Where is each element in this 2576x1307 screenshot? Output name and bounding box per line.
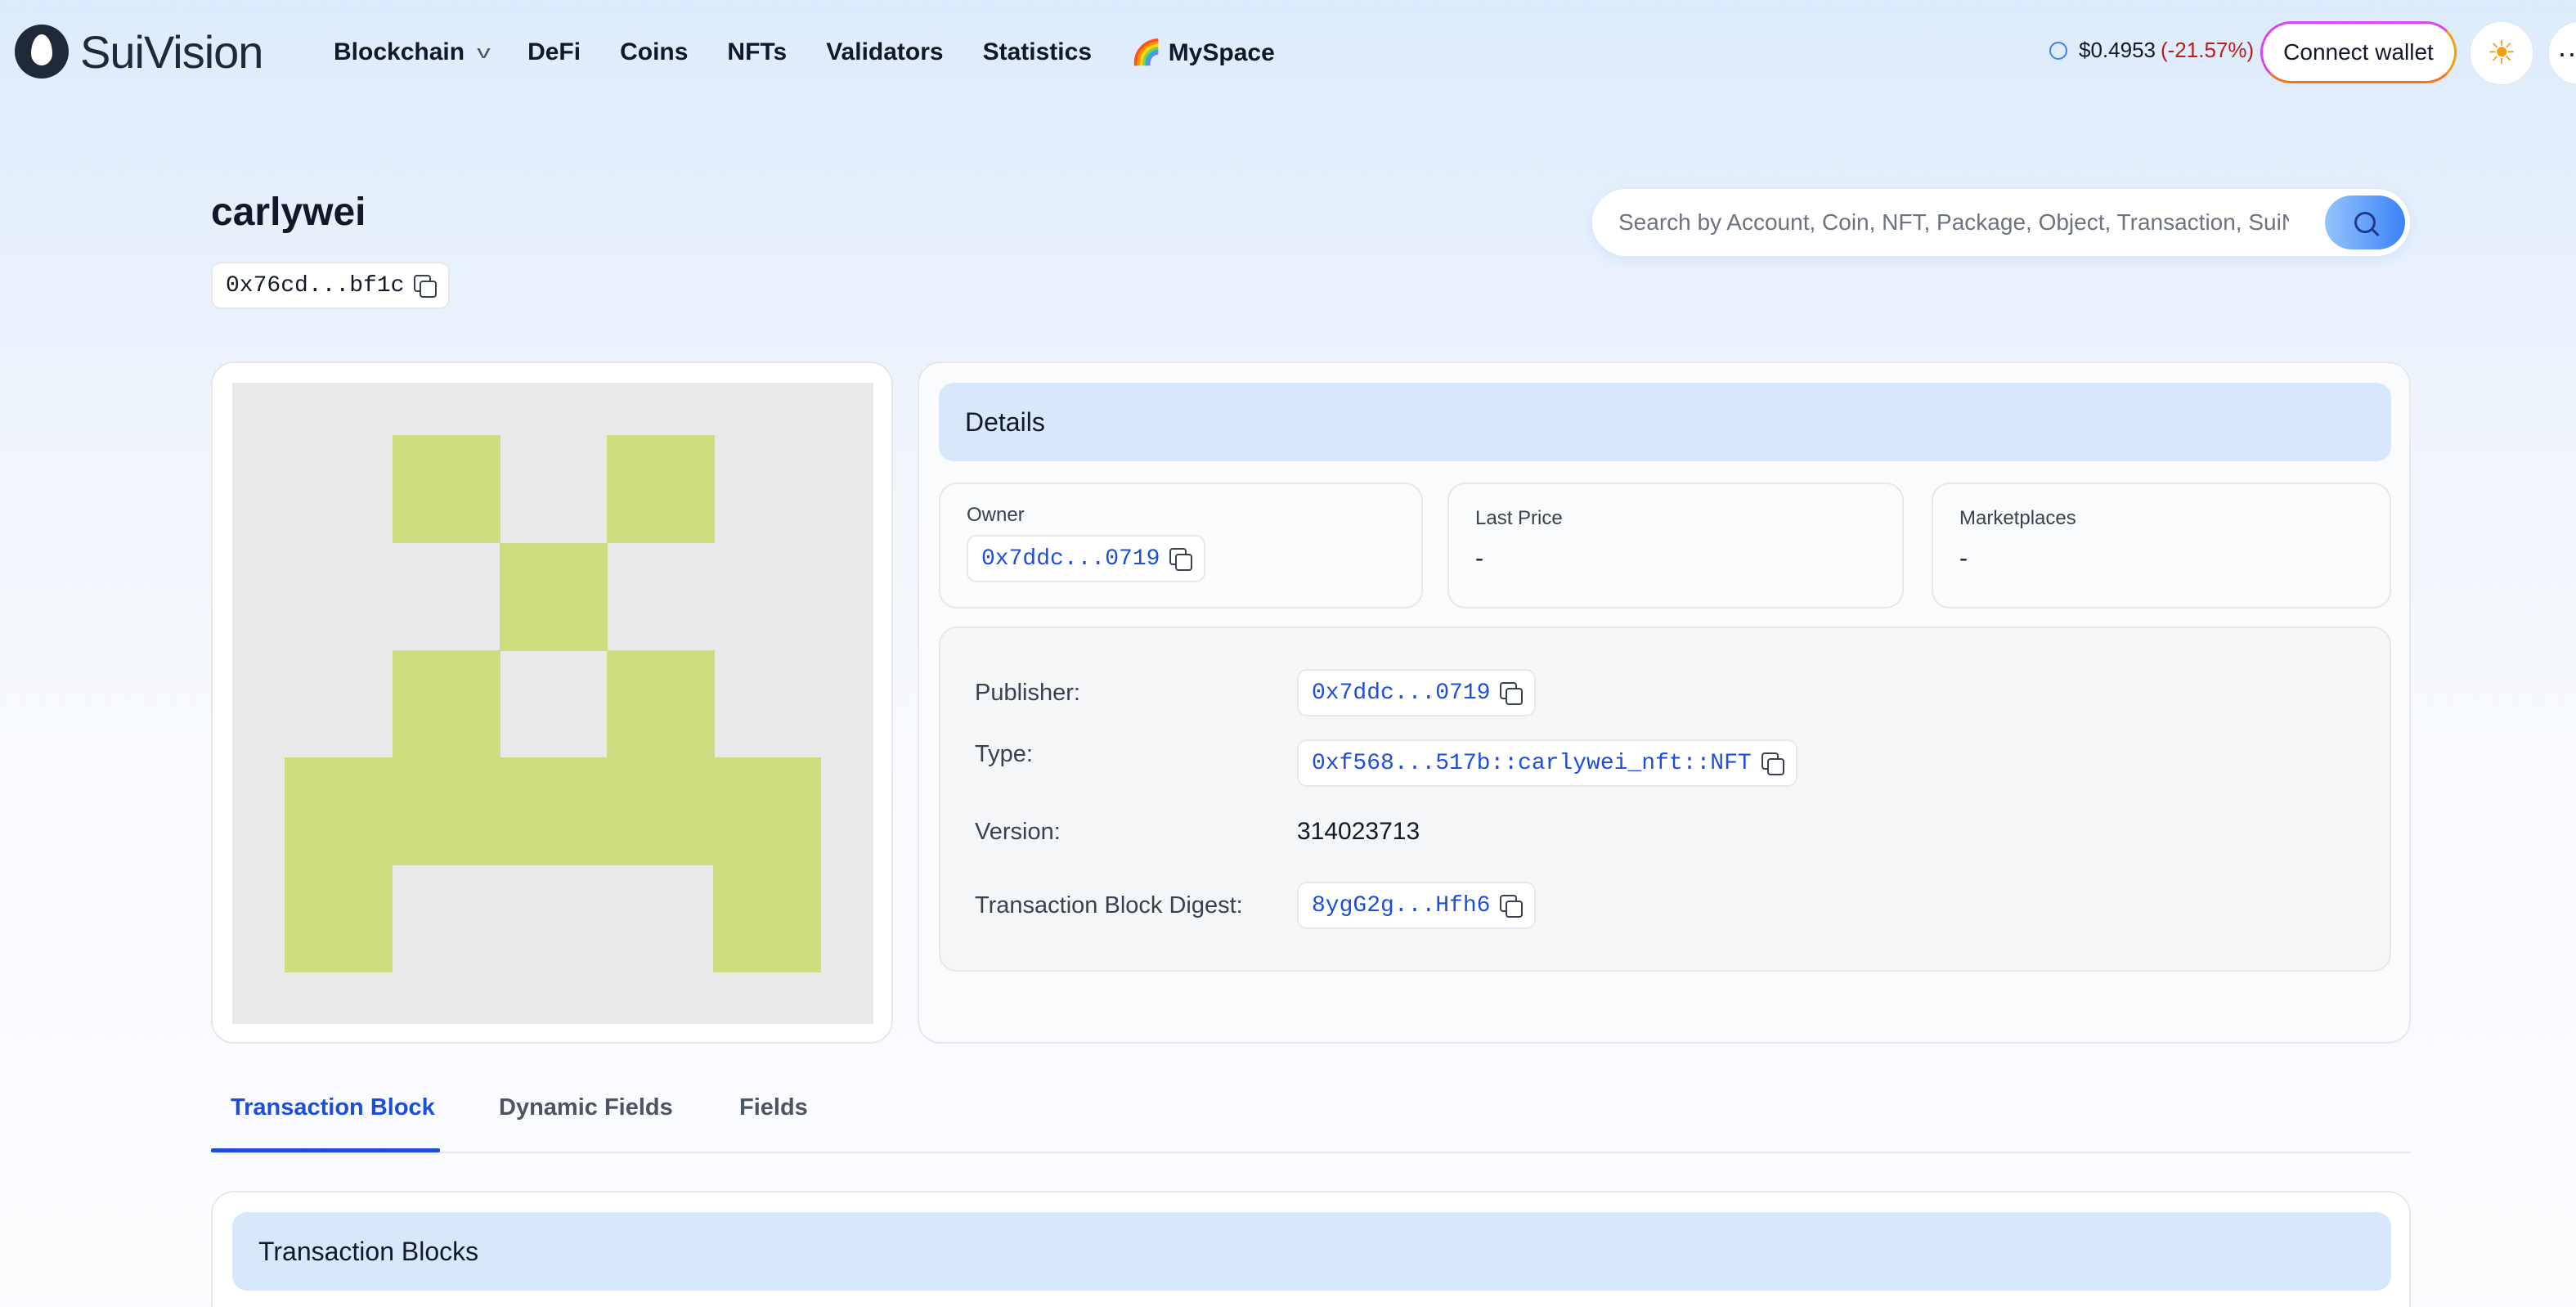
nav-item-label: Blockchain (334, 38, 465, 65)
type-label: Type: (975, 741, 1033, 767)
search-bar (1591, 188, 2411, 257)
sui-drop-icon (15, 25, 69, 79)
tab-transaction-block[interactable]: Transaction Block (231, 1094, 435, 1121)
copy-icon[interactable] (1169, 548, 1193, 571)
marketplaces-value: - (1959, 545, 1968, 572)
object-address: 0x76cd...bf1c (226, 272, 405, 299)
nav-item-validators[interactable]: Validators (826, 38, 943, 66)
object-address-chip[interactable]: 0x76cd...bf1c (211, 262, 451, 309)
suivision-logo[interactable]: SuiVision (15, 23, 263, 80)
nav-item-myspace[interactable]: 🌈 MySpace (1131, 38, 1275, 67)
transaction-blocks-card: Transaction Blocks (211, 1191, 2411, 1307)
copy-icon[interactable] (1761, 752, 1784, 775)
nft-pixel (607, 650, 715, 758)
nav-item-defi[interactable]: DeFi (527, 38, 581, 66)
version-value: 314023713 (1297, 818, 1420, 845)
nft-image (232, 383, 873, 1024)
brand-name: SuiVision (80, 25, 263, 78)
type-row: Type: 0xf568...517b::carlywei_nft::NFT (975, 739, 1797, 787)
owner-address-chip[interactable]: 0x7ddc...0719 (967, 535, 1206, 582)
digest-value: 8ygG2g...Hfh6 (1312, 892, 1491, 918)
nft-pixel (393, 650, 500, 758)
digest-label: Transaction Block Digest: (975, 892, 1243, 918)
marketplaces-label: Marketplaces (1959, 507, 2076, 529)
marketplaces-box: Marketplaces - (1932, 483, 2391, 609)
tab-fields[interactable]: Fields (739, 1094, 808, 1121)
sun-icon[interactable]: ☀ (2470, 21, 2533, 85)
digest-row: Transaction Block Digest: 8ygG2g...Hfh6 (975, 882, 1537, 929)
type-chip[interactable]: 0xf568...517b::carlywei_nft::NFT (1297, 739, 1797, 787)
nav-item-statistics[interactable]: Statistics (983, 38, 1092, 66)
nft-pixel (713, 865, 821, 972)
page-title: carlywei (211, 191, 366, 234)
type-value: 0xf568...517b::carlywei_nft::NFT (1312, 750, 1752, 776)
publisher-address: 0x7ddc...0719 (1312, 680, 1491, 706)
object-metadata: Publisher: 0x7ddc...0719 Type: 0xf568...… (939, 627, 2391, 972)
publisher-label: Publisher: (975, 679, 1080, 706)
sui-token-icon (2049, 41, 2067, 60)
owner-label: Owner (967, 504, 1025, 526)
last-price-box: Last Price - (1447, 483, 1904, 609)
more-icon[interactable]: ·· (2548, 21, 2576, 85)
transaction-blocks-heading: Transaction Blocks (232, 1212, 2391, 1291)
nft-pixel (285, 757, 821, 865)
search-icon (2354, 212, 2376, 233)
top-nav: SuiVision Blockchain v DeFi Coins NFTs V… (0, 0, 2576, 105)
sui-price-ticker: $0.4953 (-21.57%) (2049, 38, 2254, 63)
tab-dynamic-fields[interactable]: Dynamic Fields (499, 1094, 673, 1121)
nft-image-card (211, 362, 893, 1044)
details-card: Details Owner 0x7ddc...0719 Last Price -… (918, 362, 2411, 1044)
nft-pixel (607, 435, 715, 543)
copy-icon[interactable] (414, 275, 438, 298)
last-price-value: - (1475, 545, 1483, 572)
digest-chip[interactable]: 8ygG2g...Hfh6 (1297, 882, 1537, 929)
active-tab-indicator (211, 1148, 440, 1152)
nav-item-nfts[interactable]: NFTs (727, 38, 787, 66)
price-change: (-21.57%) (2160, 38, 2255, 62)
version-row: Version: 314023713 (975, 818, 1420, 846)
main-menu: Blockchain v DeFi Coins NFTs Validators … (334, 31, 1314, 74)
search-input[interactable] (1618, 209, 2289, 236)
owner-box: Owner 0x7ddc...0719 (939, 483, 1423, 609)
copy-icon[interactable] (1500, 895, 1524, 918)
nav-item-blockchain[interactable]: Blockchain v (334, 38, 491, 66)
details-heading: Details (939, 383, 2391, 461)
search-button[interactable] (2325, 195, 2405, 249)
nav-item-coins[interactable]: Coins (620, 38, 688, 66)
nft-pixel (500, 543, 608, 651)
publisher-row: Publisher: 0x7ddc...0719 (975, 669, 1537, 716)
version-label: Version: (975, 818, 1061, 845)
chevron-down-icon: v (477, 42, 491, 62)
object-tabs: Transaction Block Dynamic Fields Fields (211, 1070, 2411, 1153)
connect-wallet-button[interactable]: Connect wallet (2260, 21, 2457, 83)
nft-pixel (393, 435, 500, 543)
price-value: $0.4953 (2079, 38, 2156, 62)
owner-address: 0x7ddc...0719 (981, 546, 1160, 572)
publisher-address-chip[interactable]: 0x7ddc...0719 (1297, 669, 1537, 716)
last-price-label: Last Price (1475, 507, 1563, 529)
nft-pixel (285, 865, 393, 972)
copy-icon[interactable] (1500, 682, 1524, 705)
